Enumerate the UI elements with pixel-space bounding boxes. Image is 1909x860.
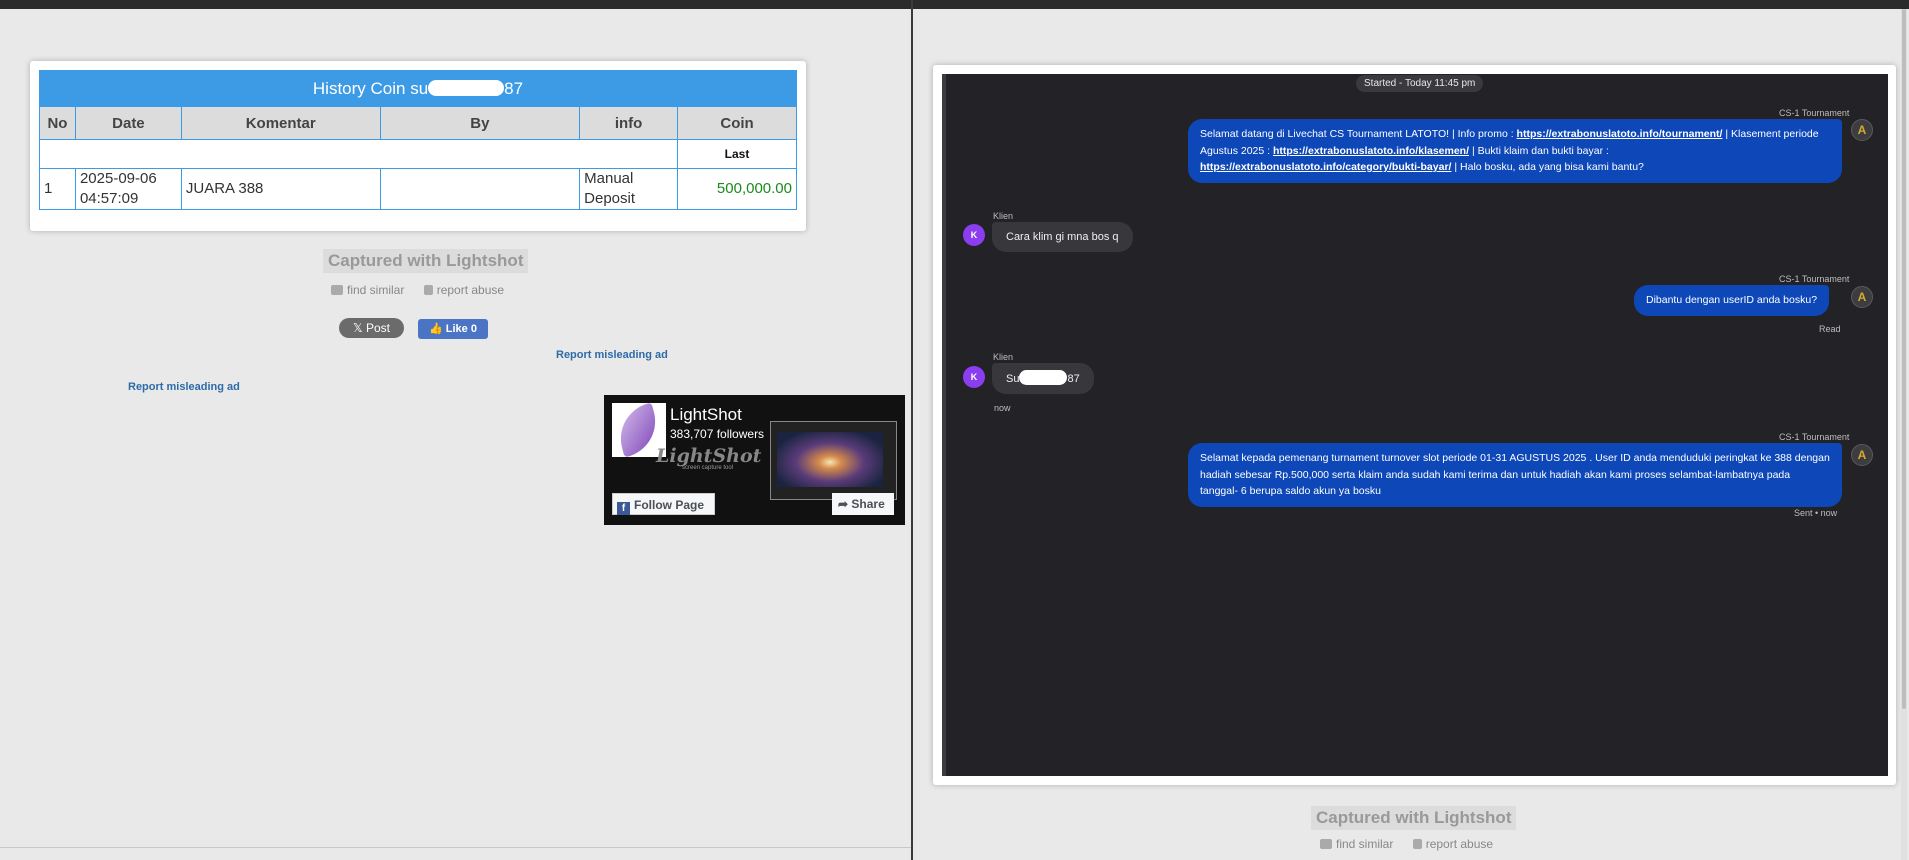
facebook-page-widget: LightShot 383,707 followers LightShot sc…: [604, 395, 905, 525]
fb-share-label: Share: [851, 497, 885, 511]
cell-info-line1: Manual: [584, 170, 634, 187]
agent-name-label: CS-1 Tournament: [1779, 274, 1850, 284]
cell-komentar: JUARA 388: [180, 168, 381, 210]
fb-follow-label: Follow Page: [634, 498, 705, 512]
agent-message-userid: Dibantu dengan userID anda bosku?: [1634, 285, 1830, 316]
msg-text: Selamat datang di Livechat CS Tournament…: [1200, 128, 1514, 140]
left-pane: History Coin su 87 No Date Komentar By in…: [0, 9, 911, 860]
report-abuse-label: report abuse: [436, 283, 505, 297]
report-abuse-label: report abuse: [1425, 837, 1494, 851]
col-header-info: info: [579, 106, 679, 140]
chat-screenshot-card: Started - Today 11:45 pm CS-1 Tournament…: [933, 65, 1896, 785]
agent-name-label: CS-1 Tournament: [1779, 108, 1850, 118]
coin-history-table: History Coin su 87 No Date Komentar By in…: [38, 70, 797, 210]
message-time: now: [994, 403, 1011, 413]
tournament-link[interactable]: https://extrabonuslatoto.info/tournament…: [1517, 128, 1723, 140]
agent-message-welcome: Selamat datang di Livechat CS Tournament…: [1188, 119, 1842, 183]
left-bottom-border: [0, 847, 911, 848]
msg-text: | Bukti klaim dan bukti bayar :: [1471, 144, 1609, 157]
report-misleading-ad-link[interactable]: Report misleading ad: [556, 349, 668, 361]
sub-row-last: Last: [677, 139, 797, 169]
browser-top-bar: [0, 0, 1909, 9]
cell-date-time: 04:57:09: [79, 190, 139, 207]
x-post-label: Post: [366, 321, 391, 335]
table-title: History Coin su 87: [39, 70, 797, 107]
redaction-mask: [1019, 370, 1068, 385]
camera-icon: [1320, 839, 1332, 849]
client-name-label: Klien: [993, 211, 1014, 221]
cell-date: 2025-09-06 04:57:09: [74, 168, 182, 210]
client-message: Cara klim gi mna bos q: [992, 222, 1133, 252]
x-post-button[interactable]: 𝕏 Post: [339, 318, 404, 338]
agent-avatar: A: [1851, 444, 1873, 466]
share-links-row: find similar report abuse: [1320, 837, 1509, 851]
col-header-by: By: [379, 106, 581, 140]
cell-date-day: 2025-09-06: [79, 170, 157, 187]
sub-row-spacer: [38, 139, 679, 169]
right-pane: Started - Today 11:45 pm CS-1 Tournament…: [913, 9, 1909, 860]
redaction-mask: [428, 80, 505, 97]
lightshot-logo-text: LightShot: [656, 445, 762, 467]
camera-icon: [331, 285, 343, 295]
table-row: 1 2025-09-06 04:57:09 JUARA 388 Manual Dep…: [39, 168, 797, 210]
facebook-like-label: Like 0: [445, 323, 477, 335]
clipboard-icon: [423, 285, 433, 295]
cell-coin: 500,000.00: [677, 168, 797, 210]
table-title-prefix: History Coin su: [312, 78, 429, 98]
msg-suffix: 87: [1067, 373, 1080, 385]
agent-name-label: CS-1 Tournament: [1779, 432, 1850, 442]
thumbs-up-icon: 👍: [429, 323, 446, 335]
share-links-row: find similar report abuse: [331, 283, 520, 297]
cell-info-line2: Deposit: [584, 190, 635, 207]
agent-avatar: A: [1851, 119, 1873, 141]
table-title-suffix: 87: [504, 78, 524, 98]
col-header-no: No: [39, 106, 76, 140]
msg-text: | Halo bosku, ada yang bisa kami bantu?: [1454, 161, 1644, 173]
screenshot-card: History Coin su 87 No Date Komentar By in…: [30, 61, 806, 231]
find-similar-label: find similar: [347, 283, 405, 297]
msg-prefix: Su: [1006, 373, 1020, 385]
col-header-date: Date: [74, 106, 182, 140]
client-avatar: K: [963, 366, 985, 388]
galaxy-image: [777, 432, 883, 487]
read-status: Read: [1819, 324, 1841, 334]
klasemen-link[interactable]: https://extrabonuslatoto.info/klasemen/: [1273, 145, 1469, 157]
find-similar-link[interactable]: find similar: [331, 283, 412, 297]
sent-status: Sent • now: [1794, 508, 1838, 518]
col-header-komentar: Komentar: [180, 106, 381, 140]
livechat-window: Started - Today 11:45 pm CS-1 Tournament…: [942, 74, 1888, 776]
col-header-coin: Coin: [677, 106, 797, 140]
client-name-label: Klien: [993, 352, 1014, 362]
client-message: Su 87: [992, 363, 1094, 394]
lightshot-logo-subtitle: screen capture tool: [682, 465, 734, 471]
agent-avatar: A: [1851, 286, 1873, 308]
facebook-like-button[interactable]: 👍 Like 0: [418, 319, 488, 339]
cell-info: Manual Deposit: [579, 168, 679, 210]
scrollbar-thumb[interactable]: [1902, 9, 1906, 709]
fb-page-name[interactable]: LightShot: [670, 405, 742, 425]
captured-with-lightshot-label: Captured with Lightshot: [1311, 806, 1517, 830]
fb-cover-thumbnail: [770, 421, 897, 500]
captured-with-lightshot-label: Captured with Lightshot: [323, 249, 529, 273]
fb-follow-page-button[interactable]: f Follow Page: [612, 493, 715, 515]
fb-share-button[interactable]: ➦ Share: [832, 493, 894, 515]
report-abuse-link[interactable]: report abuse: [1412, 837, 1501, 851]
cell-no: 1: [39, 168, 76, 210]
cell-by: [379, 168, 581, 210]
find-similar-link[interactable]: find similar: [1320, 837, 1401, 851]
share-arrow-icon: ➦: [838, 497, 852, 511]
find-similar-label: find similar: [1336, 837, 1394, 851]
chat-started-pill: Started - Today 11:45 pm: [1356, 75, 1484, 92]
report-misleading-ad-link-2[interactable]: Report misleading ad: [128, 381, 240, 393]
agent-message-winner: Selamat kepada pemenang turnament turnov…: [1188, 443, 1842, 507]
x-logo-icon: 𝕏: [352, 321, 366, 335]
facebook-icon: f: [617, 502, 630, 515]
fb-page-followers: 383,707 followers: [670, 427, 765, 441]
client-avatar: K: [963, 224, 985, 246]
bukti-bayar-link[interactable]: https://extrabonuslatoto.info/category/b…: [1200, 161, 1451, 173]
clipboard-icon: [1412, 839, 1422, 849]
report-abuse-link[interactable]: report abuse: [423, 283, 512, 297]
